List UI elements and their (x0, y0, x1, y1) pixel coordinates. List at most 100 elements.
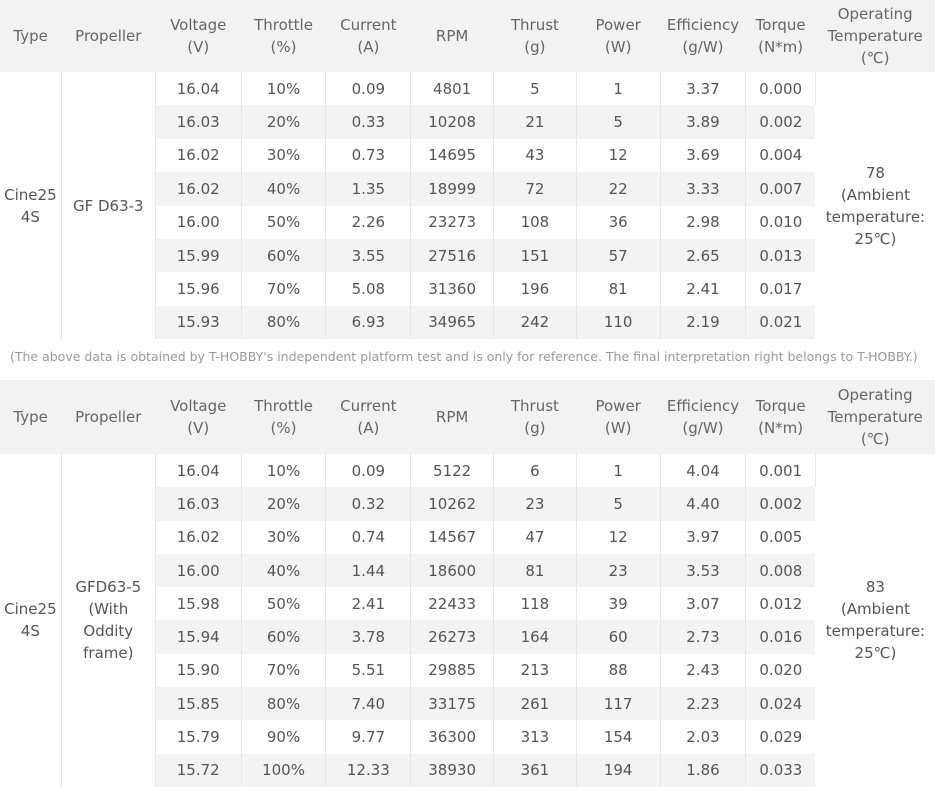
torque-cell: 0.002 (745, 105, 816, 139)
header-propeller: Propeller (61, 0, 156, 72)
type-cell: Cine25 4S (0, 72, 62, 340)
thrust-cell: 72 (493, 172, 577, 206)
header-torque: Torque (N*m) (745, 0, 816, 72)
propeller-cell: GF D63-3 (61, 72, 156, 340)
efficiency-cell: 3.89 (660, 105, 747, 139)
efficiency-cell: 2.43 (660, 653, 747, 688)
header-torque: Torque (N*m) (745, 380, 816, 454)
voltage-cell: 16.00 (155, 553, 242, 588)
header-throttle: Throttle (%) (241, 380, 326, 454)
power-cell: 88 (576, 653, 661, 688)
rpm-cell: 34965 (410, 305, 495, 340)
power-cell: 36 (576, 205, 661, 239)
thrust-cell: 164 (493, 620, 577, 654)
throttle-cell: 80% (241, 687, 327, 721)
rpm-cell: 14567 (410, 520, 495, 554)
torque-cell: 0.010 (745, 205, 816, 239)
torque-cell: 0.004 (745, 138, 816, 173)
power-cell: 154 (576, 720, 661, 754)
throttle-cell: 40% (241, 172, 327, 206)
torque-cell: 0.020 (745, 653, 816, 688)
propeller-cell: GFD63-5 (With Oddity frame) (61, 454, 156, 787)
power-cell: 39 (576, 587, 661, 621)
voltage-cell: 15.85 (155, 687, 242, 721)
power-cell: 194 (576, 753, 661, 787)
throttle-cell: 60% (241, 238, 327, 273)
current-cell: 3.78 (325, 620, 412, 654)
header-rpm: RPM (410, 0, 494, 72)
throttle-cell: 100% (241, 753, 327, 787)
efficiency-cell: 2.73 (660, 620, 747, 654)
rpm-cell: 4801 (410, 72, 495, 106)
table-body: Cine25 4S GFD63-5 (With Oddity frame) 16.04 10%… (0, 454, 935, 787)
header-row: Type Propeller Voltage (V) Throttle (%) Curren… (0, 380, 935, 454)
throttle-cell: 80% (241, 305, 327, 340)
torque-cell: 0.029 (745, 720, 816, 754)
thrust-cell: 118 (493, 587, 577, 621)
rpm-cell: 38930 (410, 753, 495, 787)
thrust-cell: 108 (493, 205, 577, 239)
header-throttle: Throttle (%) (241, 0, 326, 72)
torque-cell: 0.002 (745, 487, 816, 521)
current-cell: 12.33 (325, 753, 412, 787)
current-cell: 0.74 (325, 520, 412, 554)
thrust-cell: 43 (493, 138, 577, 173)
thrust-cell: 242 (493, 305, 577, 340)
power-cell: 60 (576, 620, 661, 654)
header-rpm: RPM (410, 380, 494, 454)
voltage-cell: 15.94 (155, 620, 242, 654)
rpm-cell: 27516 (410, 238, 495, 273)
header-operating-temperature: Operating Temperature (℃) (815, 380, 935, 454)
header-type: Type (0, 0, 62, 72)
throttle-cell: 30% (241, 138, 327, 173)
current-cell: 9.77 (325, 720, 412, 754)
torque-cell: 0.024 (745, 687, 816, 721)
torque-cell: 0.016 (745, 620, 816, 654)
current-cell: 0.73 (325, 138, 412, 173)
power-cell: 57 (576, 238, 661, 273)
rpm-cell: 23273 (410, 205, 495, 239)
torque-cell: 0.021 (745, 305, 816, 340)
current-cell: 3.55 (325, 238, 412, 273)
efficiency-cell: 2.23 (660, 687, 747, 721)
power-cell: 110 (576, 305, 661, 340)
header-voltage: Voltage (V) (155, 0, 242, 72)
rpm-cell: 10208 (410, 105, 495, 139)
voltage-cell: 15.72 (155, 753, 242, 787)
current-cell: 2.26 (325, 205, 412, 239)
rpm-cell: 26273 (410, 620, 495, 654)
current-cell: 5.51 (325, 653, 412, 688)
voltage-cell: 15.98 (155, 587, 242, 621)
voltage-cell: 16.02 (155, 138, 242, 173)
power-cell: 117 (576, 687, 661, 721)
thrust-cell: 21 (493, 105, 577, 139)
voltage-cell: 15.79 (155, 720, 242, 754)
efficiency-cell: 3.53 (660, 553, 747, 588)
header-current: Current (A) (325, 0, 411, 72)
header-type: Type (0, 380, 62, 454)
torque-cell: 0.008 (745, 553, 816, 588)
header-current: Current (A) (325, 380, 411, 454)
header-power: Power (W) (576, 0, 661, 72)
efficiency-cell: 4.04 (660, 454, 747, 488)
power-cell: 23 (576, 553, 661, 588)
disclaimer-note: (The above data is obtained by T-HOBBY's… (10, 349, 918, 364)
thrust-cell: 261 (493, 687, 577, 721)
thrust-cell: 23 (493, 487, 577, 521)
efficiency-cell: 2.19 (660, 305, 747, 340)
torque-cell: 0.033 (745, 753, 816, 787)
current-cell: 7.40 (325, 687, 412, 721)
efficiency-cell: 4.40 (660, 487, 747, 521)
header-efficiency: Efficiency (g/W) (660, 0, 746, 72)
efficiency-cell: 2.65 (660, 238, 747, 273)
power-cell: 12 (576, 138, 661, 173)
thrust-cell: 5 (493, 72, 577, 106)
rpm-cell: 31360 (410, 272, 495, 306)
thrust-cell: 151 (493, 238, 577, 273)
rpm-cell: 36300 (410, 720, 495, 754)
throttle-cell: 90% (241, 720, 327, 754)
voltage-cell: 16.04 (155, 72, 242, 106)
torque-cell: 0.013 (745, 238, 816, 273)
power-cell: 81 (576, 272, 661, 306)
efficiency-cell: 2.03 (660, 720, 747, 754)
